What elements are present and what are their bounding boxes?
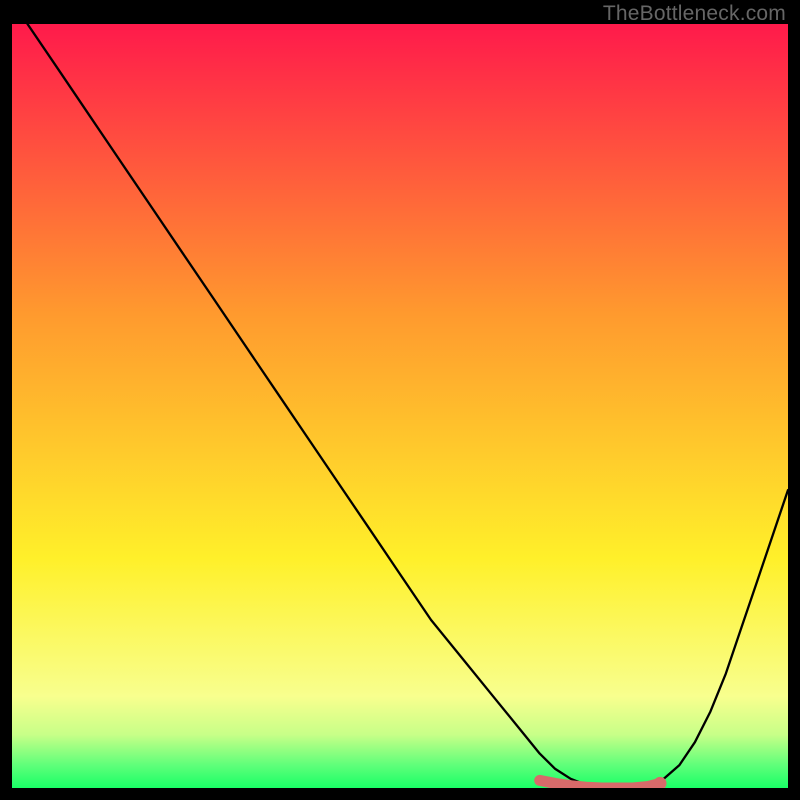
watermark-text: TheBottleneck.com <box>603 2 786 26</box>
gradient-background <box>12 24 788 788</box>
chart-frame <box>12 24 788 788</box>
bottleneck-chart <box>12 24 788 788</box>
